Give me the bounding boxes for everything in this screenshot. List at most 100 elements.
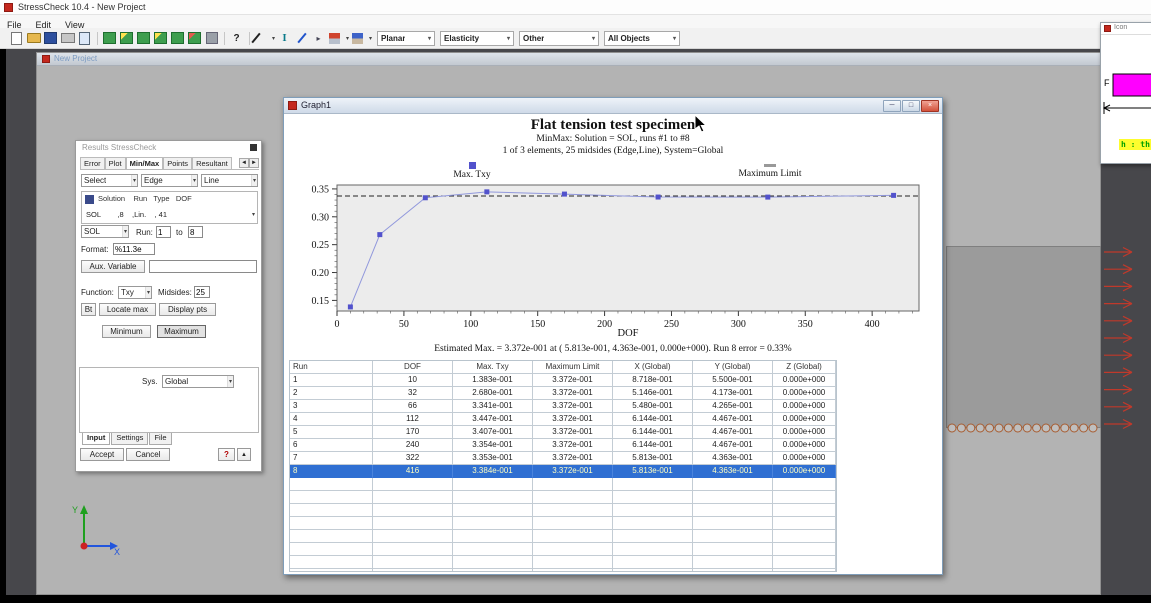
run-from-input[interactable] — [156, 226, 171, 238]
x-axis-label: X — [114, 547, 120, 557]
table-row[interactable]: 1101.383e-0013.372e-0018.718e-0015.500e-… — [290, 374, 836, 387]
column-header: Maximum Limit — [533, 361, 613, 374]
results-tab-points[interactable]: Points — [163, 157, 192, 169]
bottom-tab-settings[interactable]: Settings — [111, 433, 148, 445]
table-cell: 4.467e-001 — [693, 439, 773, 452]
dropdown-arrow-icon[interactable]: ▾ — [369, 35, 372, 42]
stresscheck-icon — [42, 55, 50, 63]
table-cell: 3.372e-001 — [533, 400, 613, 413]
text-cursor-icon[interactable]: I — [276, 30, 293, 46]
update-model-icon[interactable] — [169, 30, 186, 46]
table-cell — [773, 478, 836, 491]
toolbar-combo-all-objects[interactable]: All Objects▾ — [604, 31, 680, 46]
print-icon[interactable] — [59, 30, 76, 46]
fill-color-icon[interactable]: ▾ — [350, 30, 373, 46]
line-combo[interactable]: Line▾ — [201, 174, 258, 187]
accept-button[interactable]: Accept — [80, 448, 124, 461]
bottom-tab-input[interactable]: Input — [82, 433, 110, 445]
tab-scroll-left-icon[interactable]: ◄ — [239, 158, 249, 168]
format-label: Format: — [81, 245, 109, 254]
svg-text:0.20: 0.20 — [312, 268, 330, 279]
toolbar-separator — [220, 30, 228, 46]
solution-list[interactable]: Solution Run Type DOF SOL ,8 ,Lin. , 41 … — [81, 191, 258, 224]
combo-arrow-icon[interactable]: ▾ — [252, 211, 255, 218]
solution-combo[interactable]: SOL▾ — [81, 225, 129, 238]
graph-title-bar[interactable]: Graph1 ─ □ × — [284, 98, 942, 114]
limit-marker-icon — [764, 164, 776, 167]
midsides-input[interactable] — [194, 286, 210, 298]
table-cell: 66 — [373, 400, 453, 413]
function-combo[interactable]: Txy▾ — [118, 286, 152, 299]
icon-window-title-bar[interactable]: Icon — [1101, 23, 1151, 35]
table-cell — [453, 504, 533, 517]
combo-arrow-icon: ▾ — [122, 226, 128, 237]
dialog-pin-icon[interactable] — [250, 144, 257, 151]
maximum-button[interactable]: Maximum — [157, 325, 206, 338]
table-row[interactable]: 41123.447e-0013.372e-0016.144e-0014.467e… — [290, 413, 836, 426]
locate-max-button[interactable]: Locate max — [99, 303, 156, 316]
dropdown-arrow-icon[interactable]: ▾ — [346, 35, 349, 42]
maximize-icon[interactable]: □ — [902, 100, 920, 112]
bt-button[interactable]: Bt — [81, 303, 96, 316]
cancel-button[interactable]: Cancel — [126, 448, 170, 461]
table-cell — [373, 478, 453, 491]
open-file-icon[interactable] — [25, 30, 42, 46]
magenta-shape — [1113, 74, 1151, 96]
table-cell — [453, 569, 533, 572]
close-icon[interactable]: × — [921, 100, 939, 112]
notes-icon[interactable] — [203, 30, 220, 46]
sys-combo[interactable]: Global▾ — [162, 375, 234, 388]
draw-pen-icon[interactable]: ▾ — [253, 30, 276, 46]
results-tab-resultant[interactable]: Resultant — [192, 157, 232, 169]
save-icon[interactable] — [42, 30, 59, 46]
select-combo[interactable]: Select▾ — [81, 174, 138, 187]
open-database-icon[interactable] — [101, 30, 118, 46]
export-model-icon[interactable] — [152, 30, 169, 46]
copy-icon[interactable] — [76, 30, 93, 46]
dialog-title[interactable]: Results StressCheck — [82, 143, 156, 152]
model-check-icon[interactable] — [186, 30, 203, 46]
table-row[interactable]: 2322.680e-0013.372e-0015.146e-0014.173e-… — [290, 387, 836, 400]
minimum-button[interactable]: Minimum — [102, 325, 151, 338]
toolbar-combo-planar[interactable]: Planar▾ — [377, 31, 435, 46]
app-title-bar[interactable]: StressCheck 10.4 - New Project — [0, 0, 1151, 15]
results-tab-error[interactable]: Error — [80, 157, 105, 169]
bottom-tab-file[interactable]: File — [149, 433, 171, 445]
workspace-caption[interactable]: New Project — [37, 53, 1100, 66]
dropdown-arrow-icon[interactable]: ▾ — [272, 35, 275, 42]
formula-label: h : th — [1119, 139, 1151, 150]
format-input[interactable] — [113, 243, 155, 255]
edit-pencil-icon[interactable] — [293, 30, 310, 46]
new-file-icon[interactable] — [8, 30, 25, 46]
table-row[interactable]: 3663.341e-0013.372e-0015.480e-0014.265e-… — [290, 400, 836, 413]
save-database-icon[interactable] — [118, 30, 135, 46]
table-cell — [453, 517, 533, 530]
table-row[interactable]: 62403.354e-0013.372e-0016.144e-0014.467e… — [290, 439, 836, 452]
minimize-icon[interactable]: ─ — [883, 100, 901, 112]
table-row[interactable]: 73223.353e-0013.372e-0015.813e-0014.363e… — [290, 452, 836, 465]
aux-variable-input[interactable] — [149, 260, 257, 273]
tab-scroll-right-icon[interactable]: ► — [249, 158, 259, 168]
toolbar-combo-other[interactable]: Other▾ — [519, 31, 599, 46]
combo-value: Txy — [121, 288, 134, 297]
solution-list-row[interactable]: SOL ,8 ,Lin. , 41 — [86, 210, 167, 219]
help-button[interactable]: ? — [218, 448, 235, 461]
format-paint-icon[interactable]: ▾ — [327, 30, 350, 46]
import-model-icon[interactable] — [135, 30, 152, 46]
toolbar-combo-elasticity[interactable]: Elasticity▾ — [440, 31, 514, 46]
table-row[interactable]: 84163.384e-0013.372e-0015.813e-0014.363e… — [290, 465, 836, 478]
results-tab-min-max[interactable]: Min/Max — [126, 157, 164, 169]
help-icon[interactable]: ? — [228, 30, 245, 46]
display-pts-button[interactable]: Display pts — [159, 303, 216, 316]
table-cell: 3.372e-001 — [533, 413, 613, 426]
collapse-button[interactable]: ▲ — [237, 448, 251, 461]
table-cell: 3.372e-001 — [533, 439, 613, 452]
aux-variable-button[interactable]: Aux. Variable — [81, 260, 145, 273]
edge-combo[interactable]: Edge▾ — [141, 174, 198, 187]
column-header: Z (Global) — [773, 361, 836, 374]
table-row[interactable]: 51703.407e-0013.372e-0016.144e-0014.467e… — [290, 426, 836, 439]
results-tab-plot[interactable]: Plot — [105, 157, 126, 169]
play-icon[interactable]: ▸ — [310, 30, 327, 46]
table-cell: 4.173e-001 — [693, 387, 773, 400]
run-to-input[interactable] — [188, 226, 203, 238]
